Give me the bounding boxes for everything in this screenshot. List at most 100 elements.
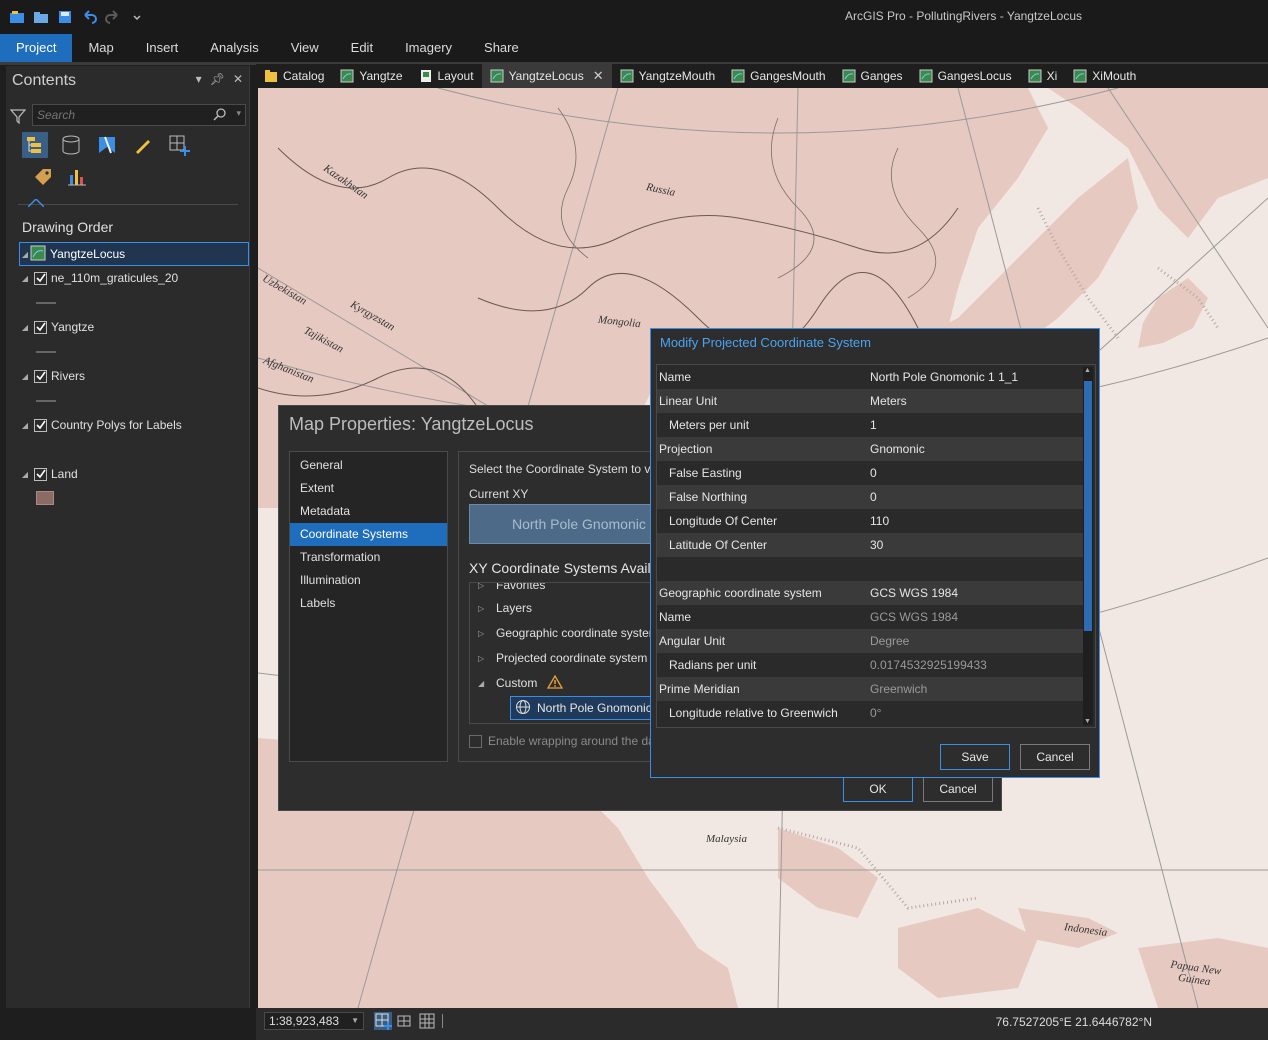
tree-item-projected[interactable]: ▷ Projected coordinate system [478,648,647,668]
nav-general[interactable]: General [290,454,447,477]
property-row[interactable]: Prime Meridian Greenwich [657,677,1083,701]
view-tab-ganges[interactable]: Ganges [834,64,911,88]
tab-analysis[interactable]: Analysis [194,34,274,62]
close-tab-icon[interactable]: ✕ [593,68,604,84]
visibility-checkbox[interactable] [34,369,47,383]
property-value[interactable]: Gnomonic [870,442,925,456]
layer-item[interactable]: ◢ ne_110m_graticules_20 [20,268,178,288]
property-row[interactable]: Projection Gnomonic [657,437,1083,461]
search-icon[interactable] [213,107,227,121]
snapping-toggle-icon[interactable] [374,1012,392,1030]
tab-share[interactable]: Share [468,34,535,62]
view-tab-gangeslocus[interactable]: GangesLocus [911,64,1020,88]
property-value[interactable]: 30 [870,538,883,552]
property-row[interactable]: Name GCS WGS 1984 [657,605,1083,629]
collapse-icon[interactable]: ◢ [20,323,30,332]
property-row[interactable]: Angular Unit Degree [657,629,1083,653]
property-row[interactable]: Longitude relative to Greenwich 0° [657,701,1083,725]
nav-metadata[interactable]: Metadata [290,500,447,523]
customize-icon[interactable] [128,8,146,26]
tab-map[interactable]: Map [72,34,129,62]
property-value[interactable]: Meters [870,394,907,408]
expand-icon[interactable]: ▷ [478,583,486,590]
redo-icon[interactable] [104,8,122,26]
selection-icon[interactable] [94,132,120,158]
tab-project[interactable]: Project [0,34,73,62]
charts-icon[interactable] [64,164,90,190]
view-tab-yangtzemouth[interactable]: YangtzeMouth [612,64,724,88]
data-source-icon[interactable] [58,132,84,158]
tab-insert[interactable]: Insert [130,34,195,62]
property-value[interactable]: 1 [870,418,877,432]
filter-icon[interactable] [9,108,27,125]
save-icon[interactable] [56,8,74,26]
view-tab-layout[interactable]: Layout [411,64,482,88]
editing-icon[interactable] [130,132,156,158]
pane-menu-icon[interactable]: ▾ [196,72,202,86]
visibility-checkbox[interactable] [34,418,47,432]
scrollbar-thumb[interactable] [1084,381,1092,631]
grid-snap-icon[interactable] [396,1012,414,1030]
close-icon[interactable]: ✕ [233,72,243,86]
property-value[interactable]: 0 [870,466,877,480]
wrap-checkbox[interactable] [469,734,482,748]
property-value[interactable]: North Pole Gnomonic 1 1_1 [870,370,1018,384]
ok-button[interactable]: OK [843,776,913,802]
property-value[interactable]: 0 [870,490,877,504]
expand-icon[interactable]: ▷ [478,629,486,638]
wrap-option[interactable]: Enable wrapping around the da [469,734,655,748]
cancel-button[interactable]: Cancel [923,776,993,802]
view-tab-yangtzelocus[interactable]: YangtzeLocus ✕ [481,64,612,88]
tab-view[interactable]: View [275,34,335,62]
collapse-icon[interactable]: ◢ [20,274,30,283]
property-row[interactable]: Linear Unit Meters [657,389,1083,413]
nav-labels[interactable]: Labels [290,592,447,615]
property-row[interactable]: Meters per unit 1 [657,413,1083,437]
drawing-order-icon[interactable] [22,132,48,158]
collapse-icon[interactable]: ◢ [20,250,30,259]
view-tab-xi[interactable]: Xi [1020,64,1066,88]
layer-item[interactable]: ◢ Yangtze [20,317,94,337]
nav-transformation[interactable]: Transformation [290,546,447,569]
property-value[interactable]: GCS WGS 1984 [870,586,958,600]
map-item[interactable]: ◢ YangtzeLocus [19,242,249,266]
property-row[interactable]: Latitude Of Center 30 [657,533,1083,557]
collapse-icon[interactable]: ◢ [20,372,30,381]
visibility-checkbox[interactable] [34,320,47,334]
property-row[interactable]: Name North Pole Gnomonic 1 1_1 [657,365,1083,389]
visibility-checkbox[interactable] [34,467,47,481]
property-row[interactable]: Radians per unit 0.0174532925199433 [657,653,1083,677]
property-row[interactable]: Geographic coordinate system GCS WGS 198… [657,581,1083,605]
snapping-icon[interactable] [166,132,192,158]
visibility-checkbox[interactable] [34,271,47,285]
search-input[interactable] [33,105,203,125]
open-icon[interactable] [32,8,50,26]
tree-item-geographic[interactable]: ▷ Geographic coordinate systen [478,623,655,643]
expand-icon[interactable]: ▷ [478,604,486,613]
property-value[interactable]: 110 [870,514,889,528]
property-row[interactable]: Longitude Of Center 110 [657,509,1083,533]
search-options-icon[interactable]: ▾ [236,108,241,119]
scale-selector[interactable]: 1:38,923,483 ▼ [264,1012,364,1030]
tree-item-custom[interactable]: ◢ Custom [478,673,564,693]
view-tab-catalog[interactable]: Catalog [256,64,332,88]
nav-extent[interactable]: Extent [290,477,447,500]
undo-icon[interactable] [80,8,98,26]
chevron-down-icon[interactable]: ▼ [351,1013,359,1029]
save-button[interactable]: Save [940,744,1010,770]
layer-item[interactable]: ◢ Rivers [20,366,85,386]
expand-icon[interactable]: ▷ [478,654,486,663]
cancel-button[interactable]: Cancel [1020,744,1090,770]
tab-edit[interactable]: Edit [335,34,389,62]
collapse-icon[interactable]: ◢ [478,679,486,688]
search-box[interactable]: ▾ [32,104,246,126]
layer-item[interactable]: ◢ Country Polys for Labels [20,415,182,435]
tree-item-layers[interactable]: ▷ Layers [478,598,532,618]
collapse-icon[interactable]: ◢ [20,470,30,479]
table-icon[interactable] [418,1012,436,1030]
nav-illumination[interactable]: Illumination [290,569,447,592]
tab-imagery[interactable]: Imagery [389,34,468,62]
view-tab-gangesmouth[interactable]: GangesMouth [723,64,833,88]
pin-icon[interactable]: 📌︎ [210,72,225,86]
view-tab-ximouth[interactable]: XiMouth [1065,64,1144,88]
